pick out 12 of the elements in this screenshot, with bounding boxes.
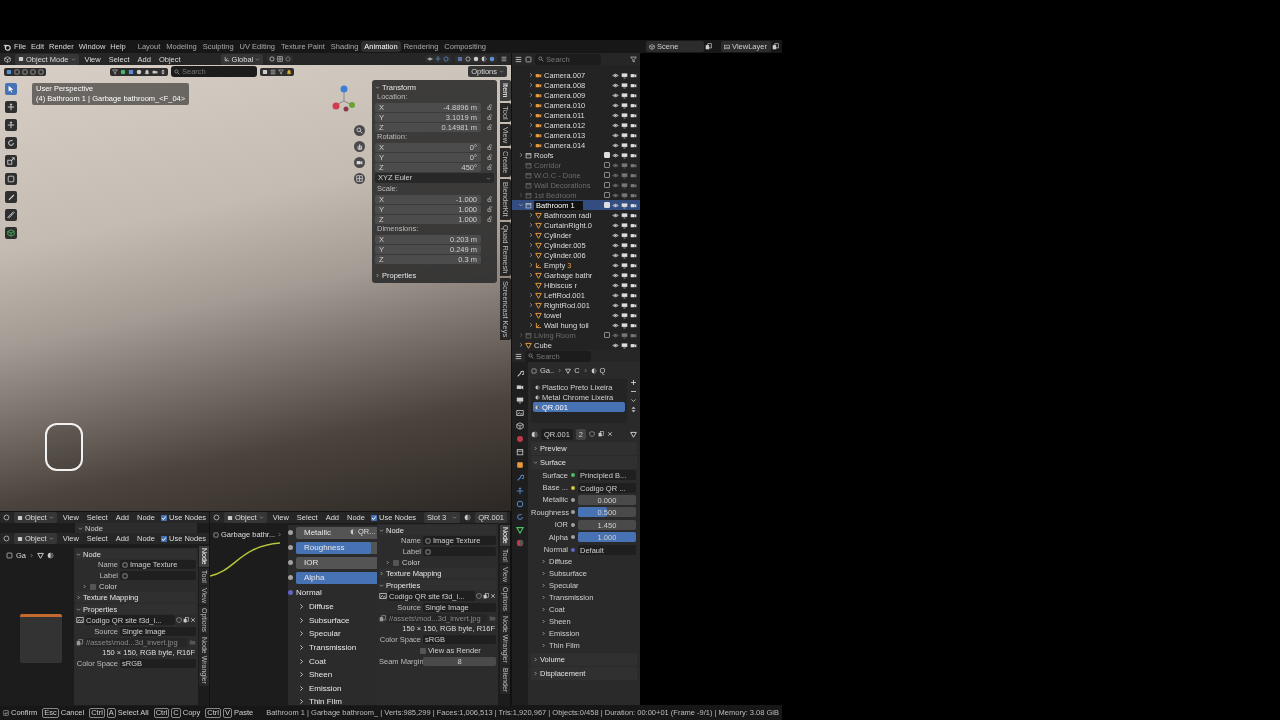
node-panel-toggle[interactable]: Diffuse [288, 600, 377, 614]
node-panel-toggle[interactable]: Sheen [288, 667, 377, 682]
node-panel-toggle[interactable]: Thin Film [288, 695, 377, 705]
node-panel-toggle[interactable]: Specular [288, 627, 377, 641]
value-slider[interactable]: Roughness [296, 541, 377, 554]
node-panel-toggle[interactable]: Transmission [288, 640, 377, 655]
node-panel-toggle[interactable]: Coat [288, 654, 377, 668]
node-panel-toggle[interactable]: Emission [288, 681, 377, 696]
socket-label: Normal [296, 588, 322, 597]
node-panel-toggle[interactable]: Subsurface [288, 613, 377, 628]
value-slider[interactable]: Alpha [296, 571, 377, 584]
number-input[interactable]: IOR [296, 556, 377, 569]
